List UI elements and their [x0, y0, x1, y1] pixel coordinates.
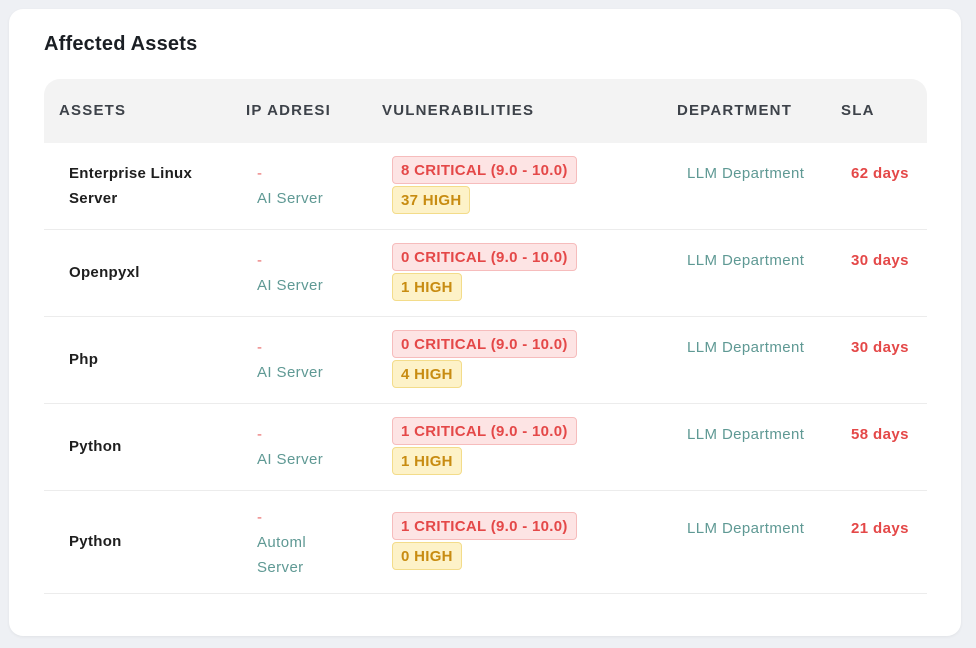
column-header-department[interactable]: DEPARTMENT	[677, 79, 792, 143]
high-badge: 1 HIGH	[392, 447, 462, 475]
ip-cell: - Automl Server	[257, 505, 337, 580]
ip-cell: - AI Server	[257, 161, 367, 211]
high-badge: 37 HIGH	[392, 186, 471, 214]
sla-cell: 30 days	[851, 252, 909, 269]
critical-badge: 0 CRITICAL (9.0 - 10.0)	[392, 243, 577, 271]
high-badge: 4 HIGH	[392, 360, 462, 388]
card-title: Affected Assets	[44, 33, 198, 55]
ip-server-name: AI Server	[257, 190, 324, 207]
asset-name[interactable]: Python	[69, 434, 219, 459]
ip-server-name: AI Server	[257, 277, 324, 294]
ip-cell: - AI Server	[257, 422, 367, 472]
sla-cell: 62 days	[851, 165, 909, 182]
department-cell: LLM Department	[687, 520, 805, 537]
column-header-ip[interactable]: IP ADRESI	[246, 79, 331, 143]
table-row[interactable]: Python - AI Server 1 CRITICAL (9.0 - 10.…	[44, 404, 927, 491]
department-cell: LLM Department	[687, 339, 805, 356]
asset-name[interactable]: Openpyxl	[69, 260, 219, 285]
column-header-vulnerabilities[interactable]: VULNERABILITIES	[382, 79, 534, 143]
ip-cell: - AI Server	[257, 248, 367, 298]
department-cell: LLM Department	[687, 252, 805, 269]
ip-dash: -	[257, 426, 263, 443]
critical-badge: 0 CRITICAL (9.0 - 10.0)	[392, 330, 577, 358]
table-row[interactable]: Python - Automl Server 1 CRITICAL (9.0 -…	[44, 491, 927, 594]
vulnerabilities-cell: 1 CRITICAL (9.0 - 10.0) 1 HIGH	[392, 417, 577, 475]
table-row[interactable]: Openpyxl - AI Server 0 CRITICAL (9.0 - 1…	[44, 230, 927, 317]
high-badge: 0 HIGH	[392, 542, 462, 570]
sla-cell: 30 days	[851, 339, 909, 356]
table-header: ASSETS IP ADRESI VULNERABILITIES DEPARTM…	[44, 79, 927, 143]
affected-assets-card: Affected Assets ASSETS IP ADRESI VULNERA…	[9, 9, 961, 636]
ip-dash: -	[257, 252, 263, 269]
ip-server-name: AI Server	[257, 451, 324, 468]
critical-badge: 1 CRITICAL (9.0 - 10.0)	[392, 512, 577, 540]
assets-table: ASSETS IP ADRESI VULNERABILITIES DEPARTM…	[44, 79, 927, 594]
vulnerabilities-cell: 0 CRITICAL (9.0 - 10.0) 4 HIGH	[392, 330, 577, 388]
high-badge: 1 HIGH	[392, 273, 462, 301]
vulnerabilities-cell: 1 CRITICAL (9.0 - 10.0) 0 HIGH	[392, 512, 577, 570]
critical-badge: 1 CRITICAL (9.0 - 10.0)	[392, 417, 577, 445]
ip-dash: -	[257, 339, 263, 356]
sla-cell: 21 days	[851, 520, 909, 537]
asset-name[interactable]: Python	[69, 529, 219, 554]
department-cell: LLM Department	[687, 165, 805, 182]
asset-name[interactable]: Enterprise Linux Server	[69, 161, 219, 211]
department-cell: LLM Department	[687, 426, 805, 443]
column-header-assets[interactable]: ASSETS	[59, 79, 126, 143]
column-header-sla[interactable]: SLA	[841, 79, 875, 143]
ip-server-name: Automl Server	[257, 534, 307, 576]
table-row[interactable]: Enterprise Linux Server - AI Server 8 CR…	[44, 143, 927, 230]
vulnerabilities-cell: 0 CRITICAL (9.0 - 10.0) 1 HIGH	[392, 243, 577, 301]
sla-cell: 58 days	[851, 426, 909, 443]
ip-server-name: AI Server	[257, 364, 324, 381]
ip-dash: -	[257, 165, 263, 182]
ip-cell: - AI Server	[257, 335, 367, 385]
vulnerabilities-cell: 8 CRITICAL (9.0 - 10.0) 37 HIGH	[392, 156, 577, 214]
critical-badge: 8 CRITICAL (9.0 - 10.0)	[392, 156, 577, 184]
table-row[interactable]: Php - AI Server 0 CRITICAL (9.0 - 10.0) …	[44, 317, 927, 404]
ip-dash: -	[257, 509, 263, 526]
asset-name[interactable]: Php	[69, 347, 219, 372]
